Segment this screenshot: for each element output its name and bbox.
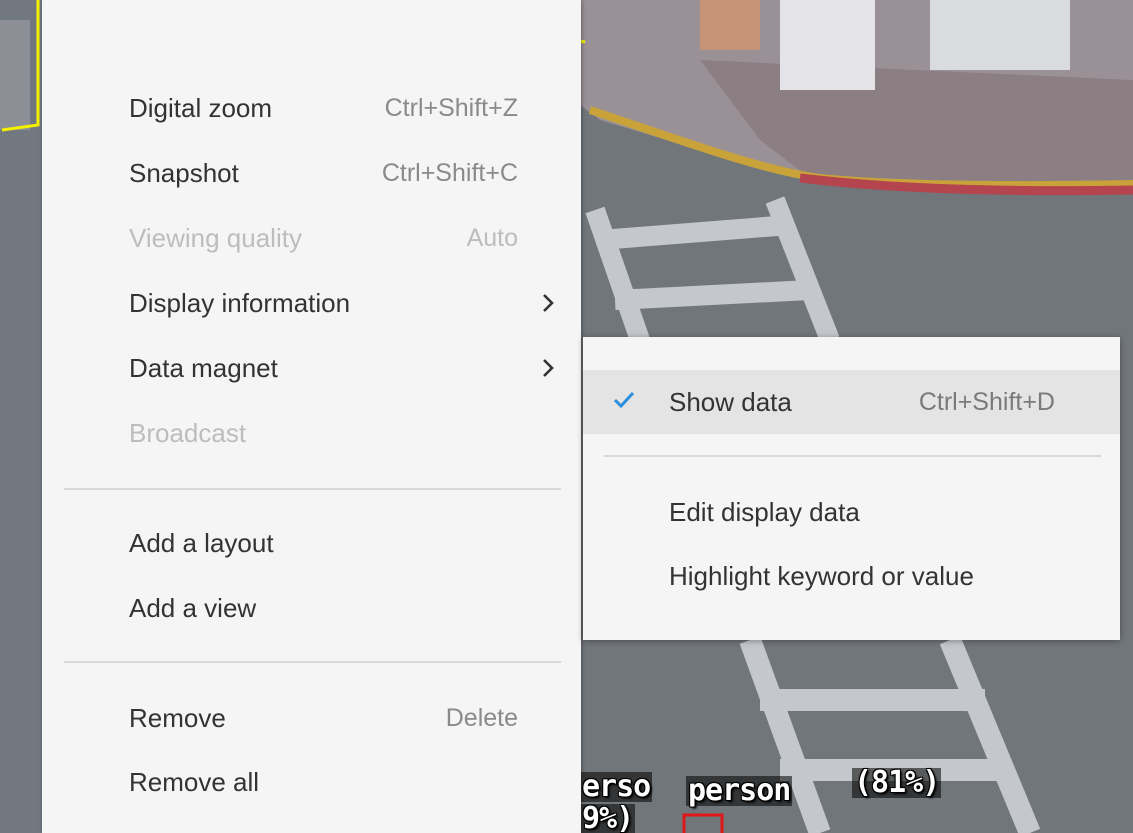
submenu-item-edit-display-data[interactable]: Edit display data bbox=[583, 480, 1120, 544]
menu-divider bbox=[64, 488, 561, 490]
submenu-item-shortcut: Ctrl+Shift+D bbox=[918, 387, 1055, 416]
submenu-item-highlight-keyword[interactable]: Highlight keyword or value bbox=[583, 544, 1120, 608]
submenu-item-label: Highlight keyword or value bbox=[669, 560, 974, 591]
menu-item-remove-all[interactable]: Remove all bbox=[42, 750, 581, 814]
detection-label: 9%) bbox=[580, 801, 636, 833]
context-menu: Digital zoom Ctrl+Shift+Z Snapshot Ctrl+… bbox=[42, 0, 581, 833]
menu-item-add-layout[interactable]: Add a layout bbox=[42, 511, 581, 575]
menu-item-broadcast: Broadcast bbox=[42, 401, 581, 465]
menu-divider bbox=[64, 661, 561, 663]
submenu-item-label: Show data bbox=[669, 386, 792, 417]
menu-item-add-view[interactable]: Add a view bbox=[42, 576, 581, 640]
menu-item-remove[interactable]: Remove Delete bbox=[42, 686, 581, 750]
menu-item-value: Auto bbox=[466, 223, 518, 252]
chevron-right-icon bbox=[543, 359, 554, 377]
menu-item-shortcut: Delete bbox=[445, 703, 518, 732]
menu-item-label: Add a layout bbox=[129, 527, 274, 558]
menu-item-label: Add a view bbox=[129, 592, 257, 623]
checkmark-icon bbox=[613, 391, 635, 409]
menu-item-label: Remove all bbox=[129, 766, 260, 797]
menu-item-label: Data magnet bbox=[129, 352, 278, 383]
menu-item-snapshot[interactable]: Snapshot Ctrl+Shift+C bbox=[42, 141, 581, 205]
menu-item-viewing-quality: Viewing quality Auto bbox=[42, 206, 581, 270]
menu-item-digital-zoom[interactable]: Digital zoom Ctrl+Shift+Z bbox=[42, 76, 581, 140]
menu-item-shortcut: Ctrl+Shift+C bbox=[381, 158, 518, 187]
detection-label: person bbox=[686, 773, 793, 808]
data-magnet-submenu: Show data Ctrl+Shift+D Edit display data… bbox=[583, 337, 1120, 640]
chevron-right-icon bbox=[543, 294, 554, 312]
menu-item-label: Display information bbox=[129, 287, 351, 318]
submenu-item-show-data[interactable]: Show data Ctrl+Shift+D bbox=[583, 370, 1120, 434]
submenu-divider bbox=[604, 455, 1101, 457]
menu-item-data-magnet[interactable]: Data magnet bbox=[42, 336, 581, 400]
detection-label: erso bbox=[580, 769, 653, 804]
detection-label: (81%) bbox=[852, 765, 942, 800]
menu-item-label: Broadcast bbox=[129, 417, 247, 448]
menu-item-display-information[interactable]: Display information bbox=[42, 271, 581, 335]
submenu-item-label: Edit display data bbox=[669, 496, 860, 527]
menu-item-shortcut: Ctrl+Shift+Z bbox=[384, 93, 518, 122]
